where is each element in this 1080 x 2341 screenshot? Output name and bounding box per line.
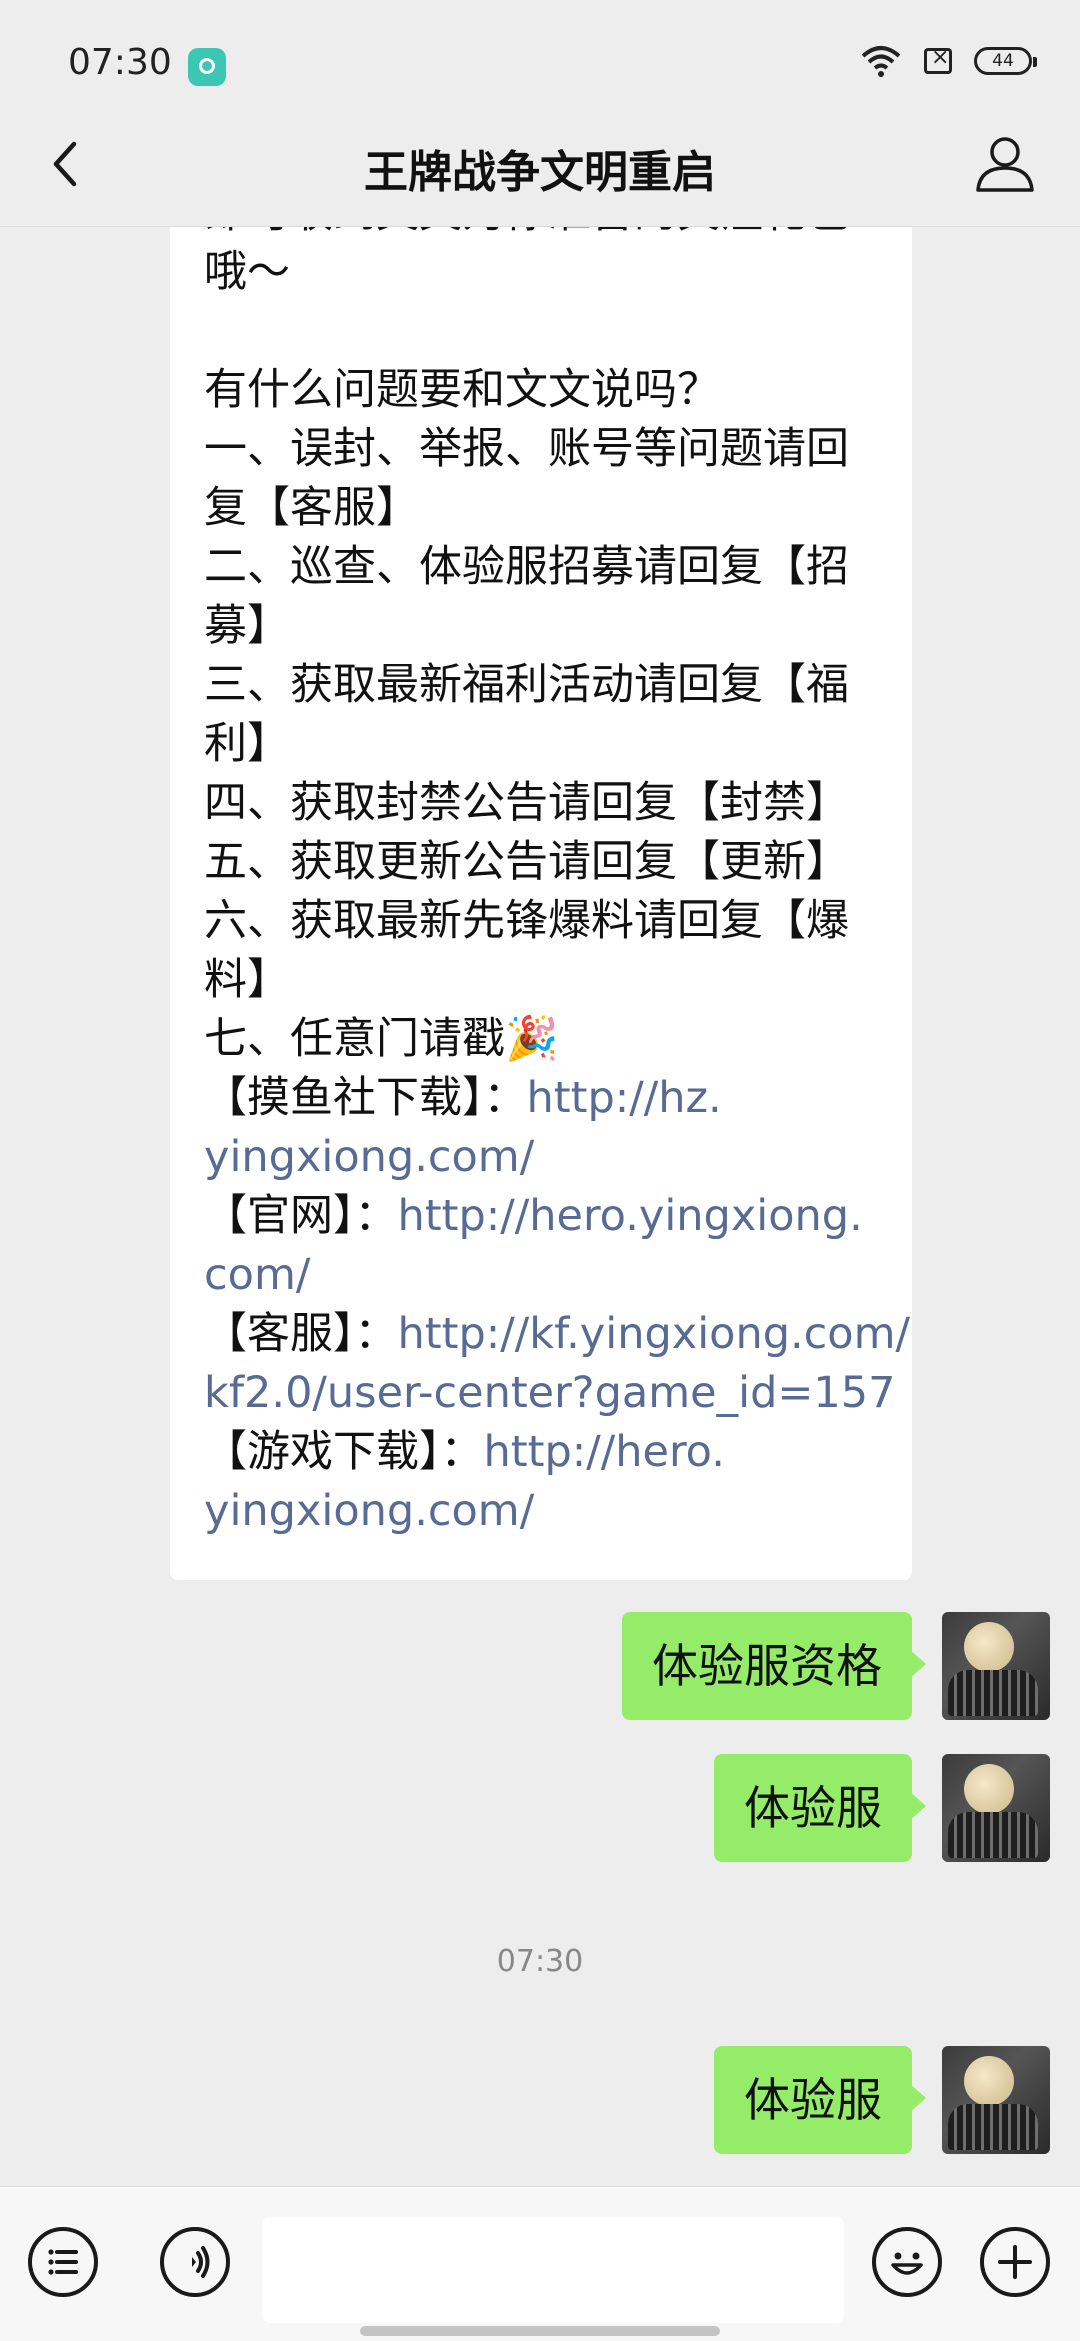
message-link[interactable]: http://kf.yingxiong.com/ [398, 1309, 911, 1359]
message-text: 五、获取更新公告请回复【更新】 [204, 837, 849, 887]
emoji-button[interactable] [872, 2227, 942, 2297]
input-bar [0, 2186, 1080, 2341]
message-link[interactable]: yingxiong.com/ [204, 1486, 534, 1536]
message-text: 六、获取最新先锋爆料请回复【爆 [204, 896, 849, 946]
menu-list-button[interactable] [28, 2227, 98, 2297]
avatar[interactable] [942, 1754, 1050, 1862]
message-line: 六、获取最新先锋爆料请回复【爆 [204, 892, 884, 951]
outgoing-message-bubble[interactable]: 体验服 [714, 1754, 926, 1862]
message-text: 二、巡查、体验服招募请回复【招 [204, 542, 849, 592]
chat-header: 王牌战争文明重启 [0, 100, 1080, 227]
message-line [204, 302, 884, 361]
chat-title: 王牌战争文明重启 [364, 147, 716, 198]
status-time: 07:30 [68, 42, 172, 83]
message-line: 利】 [204, 715, 884, 774]
message-text: 三、获取最新福利活动请回复【福 [204, 660, 849, 710]
message-text: 【官网】： [204, 1191, 398, 1241]
message-text: 【摸鱼社下载】： [204, 1073, 527, 1123]
message-link[interactable]: yingxiong.com/ [204, 1132, 534, 1182]
message-list[interactable]: 即可收到文文为你准备的关注礼包哦～ 有什么问题要和文文说吗？ 一、误封、举报、账号等… [0, 226, 1080, 2186]
outgoing-message-bubble[interactable]: 体验服 [714, 2046, 926, 2154]
wifi-icon [861, 46, 901, 77]
outgoing-message[interactable]: 体验服资格 [622, 1612, 1050, 1720]
message-text: 利】 [204, 719, 290, 769]
list-icon [48, 2249, 78, 2275]
status-icons: 44 [860, 44, 1037, 78]
message-line: 四、获取封禁公告请回复【封禁】 [204, 774, 884, 833]
outgoing-message[interactable]: 体验服 [714, 2046, 1050, 2154]
message-line: yingxiong.com/ [204, 1128, 884, 1187]
profile-icon[interactable] [972, 130, 1038, 196]
avatar[interactable] [942, 2046, 1050, 2154]
message-timestamp: 07:30 [496, 1944, 584, 1979]
message-line: 【官网】：http://hero.yingxiong. [204, 1187, 884, 1246]
message-text: 七、任意门请戳🎉 [204, 1014, 559, 1064]
message-line: 料】 [204, 951, 884, 1010]
message-link[interactable]: http://hz. [527, 1073, 722, 1123]
plus-icon [998, 2245, 1032, 2279]
message-link[interactable]: kf2.0/user-center?game_id=157 [204, 1368, 895, 1418]
outgoing-message[interactable]: 体验服 [714, 1754, 1050, 1862]
message-text: 四、获取封禁公告请回复【封禁】 [204, 778, 849, 828]
message-line: 七、任意门请戳🎉 [204, 1010, 884, 1069]
message-text: 【客服】： [204, 1309, 398, 1359]
battery-icon: 44 [974, 47, 1037, 75]
message-text: 【游戏下载】： [204, 1427, 484, 1477]
app-notification-icon [188, 48, 226, 86]
message-line: 一、误封、举报、账号等问题请回 [204, 420, 884, 479]
message-link[interactable]: http://hero.yingxiong. [398, 1191, 863, 1241]
message-text: 一、误封、举报、账号等问题请回 [204, 424, 849, 474]
message-line: 【游戏下载】：http://hero. [204, 1423, 884, 1482]
message-line: 募】 [204, 597, 884, 656]
emoji-icon [891, 2252, 923, 2275]
no-sim-icon [924, 45, 952, 74]
message-text: 即可收到文文为你准备的关注礼包 [204, 226, 849, 238]
incoming-message-bubble[interactable]: 即可收到文文为你准备的关注礼包哦～ 有什么问题要和文文说吗？ 一、误封、举报、账号等… [170, 226, 912, 1580]
message-text: 哦～ [204, 247, 290, 297]
message-line: 复【客服】 [204, 479, 884, 538]
message-line: yingxiong.com/ [204, 1482, 884, 1541]
message-line: 即可收到文文为你准备的关注礼包 [204, 226, 884, 243]
message-line: 【摸鱼社下载】：http://hz. [204, 1069, 884, 1128]
message-line: 有什么问题要和文文说吗？ [204, 361, 884, 420]
message-line: com/ [204, 1246, 884, 1305]
outgoing-message-bubble[interactable]: 体验服资格 [622, 1612, 926, 1720]
message-text: 有什么问题要和文文说吗？ [204, 365, 720, 415]
avatar[interactable] [942, 1612, 1050, 1720]
message-line: 【客服】：http://kf.yingxiong.com/ [204, 1305, 910, 1364]
voice-icon [192, 2246, 210, 2278]
message-text: 募】 [204, 601, 290, 651]
home-indicator[interactable] [360, 2326, 720, 2336]
message-input[interactable] [262, 2217, 844, 2323]
more-actions-button[interactable] [980, 2227, 1050, 2297]
message-text: 复【客服】 [204, 483, 419, 533]
message-line: 五、获取更新公告请回复【更新】 [204, 833, 884, 892]
voice-button[interactable] [160, 2227, 230, 2297]
message-link[interactable]: com/ [204, 1250, 310, 1300]
message-line: kf2.0/user-center?game_id=157 [204, 1364, 895, 1423]
message-link[interactable]: http://hero. [484, 1427, 725, 1477]
message-line: 二、巡查、体验服招募请回复【招 [204, 538, 884, 597]
message-line: 三、获取最新福利活动请回复【福 [204, 656, 884, 715]
message-line: 哦～ [204, 243, 884, 302]
message-text: 料】 [204, 955, 290, 1005]
